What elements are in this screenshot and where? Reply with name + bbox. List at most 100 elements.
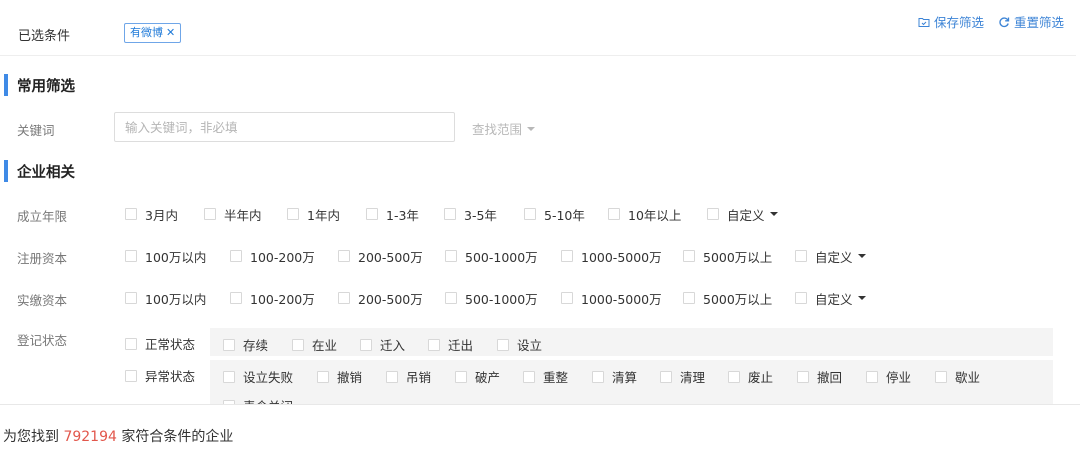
chevron-down-icon: [527, 126, 536, 131]
registered-capital-option[interactable]: 1000-5000万: [561, 247, 683, 266]
checkbox[interactable]: [366, 208, 378, 220]
founded-option[interactable]: 1-3年: [366, 205, 444, 224]
status-normal-option[interactable]: 正常状态: [125, 334, 195, 353]
registered-capital-custom-dropdown[interactable]: 自定义: [795, 247, 866, 266]
status-suboption[interactable]: 设立: [497, 335, 542, 354]
paid-capital-options: 100万以内 100-200万 200-500万 500-1000万 1000-…: [125, 289, 866, 307]
status-suboption[interactable]: 撤销: [317, 367, 362, 386]
paid-capital-custom-dropdown[interactable]: 自定义: [795, 289, 866, 308]
checkbox[interactable]: [444, 208, 456, 220]
top-actions: 保存筛选 重置筛选: [918, 12, 1064, 31]
status-suboption[interactable]: 在业: [292, 335, 337, 354]
status-abnormal-option[interactable]: 异常状态: [125, 366, 195, 385]
checkbox[interactable]: [683, 292, 695, 304]
status-suboption[interactable]: 清算: [592, 367, 637, 386]
registered-capital-option[interactable]: 5000万以上: [683, 247, 795, 266]
checkbox[interactable]: [292, 338, 304, 351]
close-icon[interactable]: ✕: [166, 24, 175, 42]
paid-capital-option[interactable]: 100-200万: [230, 289, 338, 308]
checkbox[interactable]: [125, 369, 137, 382]
checkbox[interactable]: [497, 338, 509, 351]
paid-capital-option[interactable]: 500-1000万: [445, 289, 561, 308]
checkbox[interactable]: [287, 208, 299, 220]
keyword-label: 关键词: [17, 123, 55, 138]
founded-option[interactable]: 半年内: [204, 205, 287, 224]
registered-capital-option[interactable]: 500-1000万: [445, 247, 561, 266]
checkbox[interactable]: [683, 250, 695, 262]
selected-tag-weibo[interactable]: 有微博 ✕: [124, 23, 182, 43]
checkbox[interactable]: [125, 250, 137, 262]
folder-save-icon: [918, 17, 930, 27]
checkbox[interactable]: [125, 337, 137, 350]
checkbox[interactable]: [445, 292, 457, 304]
save-filter-button[interactable]: 保存筛选: [918, 12, 984, 31]
status-suboption[interactable]: 撤回: [797, 367, 842, 386]
checkbox[interactable]: [230, 292, 242, 304]
checkbox[interactable]: [795, 250, 807, 262]
checkbox[interactable]: [728, 370, 740, 383]
founded-custom-dropdown[interactable]: 自定义: [707, 205, 778, 224]
paid-capital-option[interactable]: 200-500万: [338, 289, 445, 308]
checkbox[interactable]: [561, 292, 573, 304]
registered-capital-option[interactable]: 100万以内: [125, 247, 230, 266]
status-suboption[interactable]: 破产: [455, 367, 500, 386]
checkbox[interactable]: [125, 292, 137, 304]
checkbox[interactable]: [797, 370, 809, 383]
founded-options: 3月内 半年内 1年内 1-3年 3-5年 5-10年 10年以上 自定义: [125, 205, 778, 223]
checkbox[interactable]: [125, 208, 137, 220]
paid-capital-option[interactable]: 100万以内: [125, 289, 230, 308]
checkbox[interactable]: [592, 370, 604, 383]
checkbox[interactable]: [223, 370, 235, 383]
founded-option[interactable]: 5-10年: [524, 205, 608, 224]
checkbox[interactable]: [360, 338, 372, 351]
checkbox[interactable]: [455, 370, 467, 383]
paid-capital-option[interactable]: 1000-5000万: [561, 289, 683, 308]
status-suboption[interactable]: 迁出: [428, 335, 473, 354]
checkbox[interactable]: [561, 250, 573, 262]
checkbox[interactable]: [707, 208, 719, 220]
result-count: 792194: [63, 429, 117, 445]
status-suboption[interactable]: 清理: [660, 367, 705, 386]
founded-option[interactable]: 3-5年: [444, 205, 524, 224]
paid-capital-option[interactable]: 5000万以上: [683, 289, 795, 308]
checkbox[interactable]: [660, 370, 672, 383]
status-suboption[interactable]: 停业: [866, 367, 911, 386]
checkbox[interactable]: [445, 250, 457, 262]
chevron-down-icon: [769, 212, 778, 216]
founded-option[interactable]: 1年内: [287, 205, 366, 224]
reset-filter-button[interactable]: 重置筛选: [998, 12, 1064, 31]
checkbox[interactable]: [223, 338, 235, 351]
checkbox[interactable]: [338, 250, 350, 262]
status-suboption[interactable]: 废止: [728, 367, 773, 386]
status-suboption[interactable]: 责令关闭: [223, 396, 293, 404]
checkbox[interactable]: [230, 250, 242, 262]
checkbox[interactable]: [795, 292, 807, 304]
registered-capital-option[interactable]: 200-500万: [338, 247, 445, 266]
status-suboption[interactable]: 吊销: [386, 367, 431, 386]
checkbox[interactable]: [204, 208, 216, 220]
checkbox[interactable]: [524, 208, 536, 220]
status-suboption[interactable]: 迁入: [360, 335, 405, 354]
founded-option[interactable]: 3月内: [125, 205, 204, 224]
checkbox[interactable]: [317, 370, 329, 383]
checkbox[interactable]: [608, 208, 620, 220]
status-suboption[interactable]: 重整: [523, 367, 568, 386]
checkbox[interactable]: [386, 370, 398, 383]
company-filters-title: 企业相关: [17, 164, 75, 181]
checkbox[interactable]: [223, 399, 235, 404]
status-suboption[interactable]: 歇业: [935, 367, 980, 386]
search-scope-label: 查找范围: [472, 122, 523, 137]
checkbox[interactable]: [866, 370, 878, 383]
checkbox[interactable]: [935, 370, 947, 383]
chevron-down-icon: [857, 254, 866, 258]
status-suboption[interactable]: 设立失败: [223, 367, 293, 386]
keyword-input[interactable]: [114, 112, 455, 142]
checkbox[interactable]: [523, 370, 535, 383]
checkbox[interactable]: [428, 338, 440, 351]
checkbox[interactable]: [338, 292, 350, 304]
status-suboption[interactable]: 存续: [223, 335, 268, 354]
registered-capital-option[interactable]: 100-200万: [230, 247, 338, 266]
founded-option[interactable]: 10年以上: [608, 205, 707, 224]
reset-filter-label: 重置筛选: [1013, 15, 1064, 30]
search-scope-dropdown[interactable]: 查找范围: [472, 119, 536, 138]
